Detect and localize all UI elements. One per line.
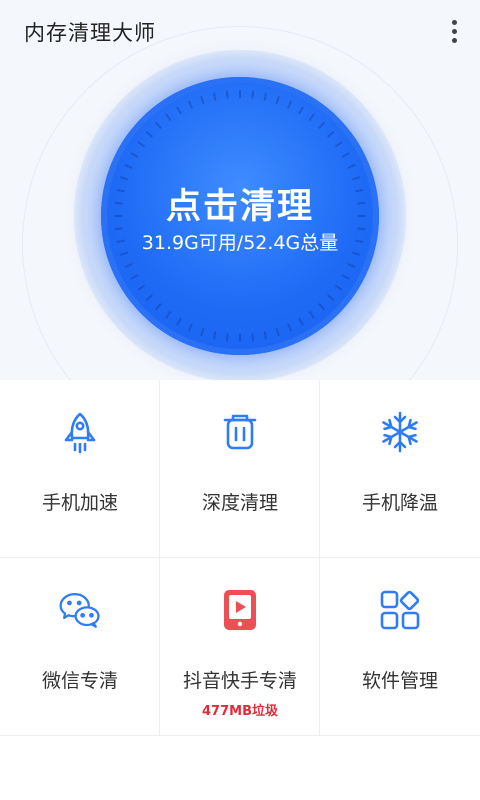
- dial-tick: [154, 303, 162, 311]
- tool-label: 软件管理: [361, 670, 438, 692]
- snowflake-icon: [378, 410, 422, 454]
- app-title: 内存清理大师: [24, 21, 156, 45]
- dial-tick: [298, 106, 304, 115]
- clean-action-label[interactable]: 点击清理: [101, 178, 379, 229]
- dial-tick: [145, 294, 153, 302]
- dial-tick: [308, 310, 315, 319]
- dial-tick: [327, 294, 335, 302]
- tool-deep-clean[interactable]: 深度清理: [160, 380, 320, 558]
- dial-tick: [176, 317, 182, 326]
- dial-tick: [341, 274, 350, 280]
- dial-tick: [341, 152, 350, 158]
- tool-label: 手机降温: [361, 492, 438, 514]
- cleaner-header: 内存清理大师 点击清理 31.9G可用/52.4G总量: [0, 0, 480, 380]
- dial-tick: [165, 113, 172, 122]
- dial-tick: [287, 323, 293, 332]
- dial-tick: [347, 163, 356, 169]
- tool-label: 深度清理: [201, 492, 278, 514]
- dial-tick: [200, 95, 205, 105]
- dial-tick: [251, 333, 255, 342]
- more-vertical-icon[interactable]: [444, 16, 464, 46]
- dial-tick: [124, 163, 133, 169]
- app-screen: 内存清理大师 点击清理 31.9G可用/52.4G总量 手机加速 深度清理 手机…: [0, 0, 480, 800]
- dial-tick: [275, 327, 280, 337]
- tool-grid: 手机加速 深度清理 手机降温 微信专清 抖音快手专清 477MB垃圾 软件管理: [0, 380, 480, 736]
- dial-tick: [137, 141, 146, 148]
- video-play-icon: [218, 588, 262, 632]
- dial-tick: [137, 284, 146, 291]
- tool-app-manager[interactable]: 软件管理: [320, 558, 480, 736]
- apps-grid-icon: [378, 588, 422, 632]
- dial-tick: [275, 95, 280, 105]
- dial-tick: [187, 323, 193, 332]
- dial-tick: [212, 92, 217, 101]
- tool-label: 手机加速: [41, 492, 118, 514]
- tool-label: 微信专清: [41, 670, 118, 692]
- dial-tick: [318, 303, 326, 311]
- tool-short-video-clean[interactable]: 抖音快手专清 477MB垃圾: [160, 558, 320, 736]
- dial-tick: [308, 113, 315, 122]
- dial-tick: [287, 100, 293, 109]
- dial-tick: [225, 333, 229, 342]
- tool-label: 抖音快手专清: [182, 670, 297, 692]
- dial-tick: [225, 90, 229, 99]
- dial-tick: [130, 152, 139, 158]
- dial-tick: [347, 263, 356, 269]
- dial-tick: [165, 310, 172, 319]
- dial-tick: [251, 90, 255, 99]
- dial-tick: [187, 100, 193, 109]
- wechat-icon: [58, 588, 102, 632]
- dial-tick: [176, 106, 182, 115]
- junk-size-badge: 477MB垃圾: [202, 704, 278, 719]
- tool-phone-boost[interactable]: 手机加速: [0, 380, 160, 558]
- dial-tick: [263, 331, 268, 340]
- dial-tick: [124, 263, 133, 269]
- tool-wechat-clean[interactable]: 微信专清: [0, 558, 160, 736]
- dial-tick: [130, 274, 139, 280]
- dial-tick: [327, 130, 335, 138]
- dial-tick: [263, 92, 268, 101]
- memory-status: 31.9G可用/52.4G总量: [141, 232, 339, 254]
- dial-tick: [212, 331, 217, 340]
- dial-tick: [334, 141, 343, 148]
- dial-tick: [145, 130, 153, 138]
- dial-tick: [154, 121, 162, 129]
- trash-icon: [218, 410, 262, 454]
- rocket-icon: [58, 410, 102, 454]
- tool-phone-cool[interactable]: 手机降温: [320, 380, 480, 558]
- dial-tick: [318, 121, 326, 129]
- dial-tick: [334, 284, 343, 291]
- dial-tick: [298, 317, 304, 326]
- dial-tick: [200, 327, 205, 337]
